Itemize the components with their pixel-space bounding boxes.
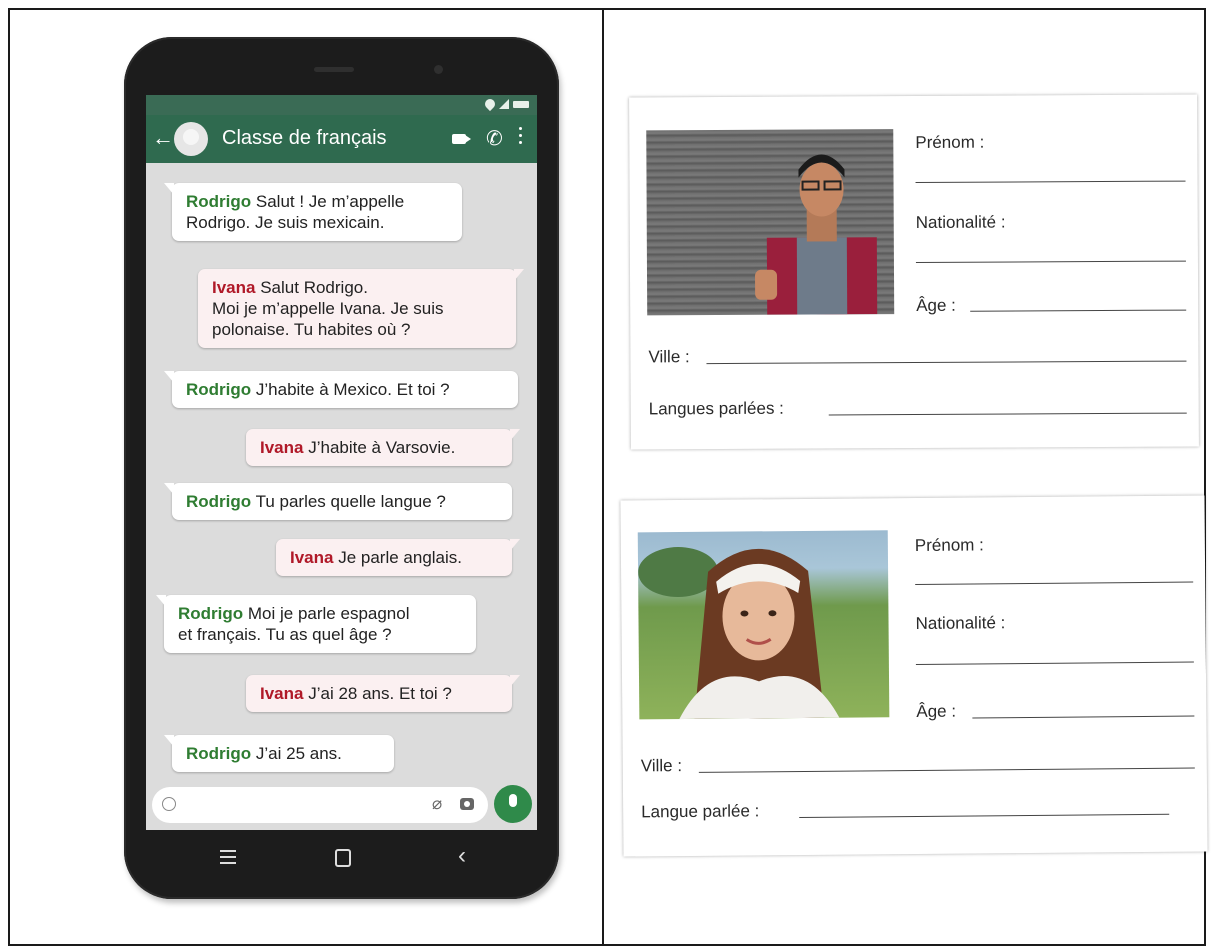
first-name-field[interactable]	[915, 581, 1194, 585]
age-field[interactable]	[970, 309, 1187, 312]
recent-apps-icon[interactable]	[220, 850, 236, 868]
message-sender: Ivana	[260, 438, 304, 457]
first-name-label: Prénom :	[915, 132, 985, 152]
microphone-icon	[509, 794, 517, 807]
more-menu-icon[interactable]	[519, 127, 523, 147]
chat-message: Ivana J’habite à Varsovie.	[246, 429, 520, 466]
message-text: J’habite à Varsovie.	[308, 438, 456, 457]
wifi-icon	[482, 96, 498, 112]
mic-button[interactable]	[494, 785, 532, 823]
attachment-icon[interactable]: ⌀	[432, 794, 442, 814]
age-field[interactable]	[972, 715, 1195, 719]
signal-icon	[499, 99, 509, 109]
chat-message: Rodrigo Moi je parle espagnol et françai…	[156, 595, 476, 653]
nav-back-icon[interactable]: ‹	[458, 842, 466, 870]
message-sender: Ivana	[260, 684, 304, 703]
front-camera	[434, 65, 443, 74]
back-arrow-icon[interactable]: ←	[152, 125, 174, 151]
nationality-field[interactable]	[915, 661, 1194, 665]
age-label: Âge :	[916, 295, 956, 315]
message-sender: Rodrigo	[186, 492, 252, 511]
home-icon[interactable]	[335, 849, 351, 867]
profile-card-rodrigo: Prénom : Nationalité : Âge : Ville : Lan…	[629, 94, 1199, 450]
message-text: Je parle anglais.	[338, 548, 463, 567]
age-label: Âge :	[916, 701, 957, 721]
message-text: J’ai 28 ans. Et toi ?	[308, 684, 452, 703]
nationality-label: Nationalité :	[915, 212, 1006, 232]
battery-icon	[513, 100, 529, 108]
chat-title[interactable]: Classe de français	[222, 127, 387, 150]
first-name-label: Prénom :	[914, 535, 984, 555]
phone-speaker	[314, 67, 354, 72]
language-field[interactable]	[799, 813, 1170, 819]
languages-field[interactable]	[828, 412, 1187, 416]
chat-message: Ivana Salut Rodrigo. Moi je m’appelle Iv…	[198, 269, 524, 348]
chat-message: Rodrigo Salut ! Je m’appelle Rodrigo. Je…	[164, 183, 462, 241]
chat-message: Ivana Je parle anglais.	[276, 539, 520, 576]
group-avatar[interactable]	[174, 122, 208, 156]
chat-message: Rodrigo J’habite à Mexico. Et toi ?	[164, 371, 518, 408]
city-label: Ville :	[648, 347, 690, 367]
nationality-field[interactable]	[915, 260, 1186, 263]
city-field[interactable]	[706, 360, 1187, 365]
phone-call-icon[interactable]: ✆	[486, 126, 503, 151]
message-sender: Rodrigo	[186, 192, 252, 211]
message-sender: Rodrigo	[186, 744, 252, 763]
profile-card-ivana: Prénom : Nationalité : Âge : Ville : Lan…	[620, 495, 1208, 857]
message-sender: Ivana	[212, 278, 256, 297]
status-bar	[146, 95, 537, 115]
language-label: Langue parlée :	[641, 801, 760, 822]
phone-screen: ← Classe de français ✆ Rodrigo Salut ! J…	[146, 95, 537, 830]
smartphone: ← Classe de français ✆ Rodrigo Salut ! J…	[124, 37, 559, 899]
column-divider	[602, 8, 604, 946]
message-text: Tu parles quelle langue ?	[255, 492, 446, 511]
chat-messages: Rodrigo Salut ! Je m’appelle Rodrigo. Je…	[146, 163, 537, 783]
photo-woman	[637, 530, 890, 720]
message-sender: Rodrigo	[178, 604, 244, 623]
chat-message: Rodrigo Tu parles quelle langue ?	[164, 483, 512, 520]
video-call-icon[interactable]	[452, 134, 466, 144]
first-name-field[interactable]	[915, 180, 1186, 183]
camera-icon[interactable]	[460, 798, 474, 810]
languages-label: Langues parlées :	[648, 398, 784, 419]
message-text: J’ai 25 ans.	[255, 744, 342, 763]
android-nav-bar: ‹	[146, 830, 537, 886]
emoji-icon[interactable]	[162, 797, 176, 811]
message-text: J’habite à Mexico. Et toi ?	[255, 380, 450, 399]
chat-message: Ivana J’ai 28 ans. Et toi ?	[246, 675, 520, 712]
message-input[interactable]: ⌀	[152, 787, 488, 823]
message-sender: Ivana	[290, 548, 334, 567]
message-sender: Rodrigo	[186, 380, 252, 399]
photo-man	[646, 129, 895, 316]
chat-app-bar: ← Classe de français ✆	[146, 115, 537, 163]
chat-message: Rodrigo J’ai 25 ans.	[164, 735, 394, 772]
nationality-label: Nationalité :	[915, 613, 1006, 633]
city-field[interactable]	[698, 767, 1195, 773]
city-label: Ville :	[640, 756, 683, 776]
